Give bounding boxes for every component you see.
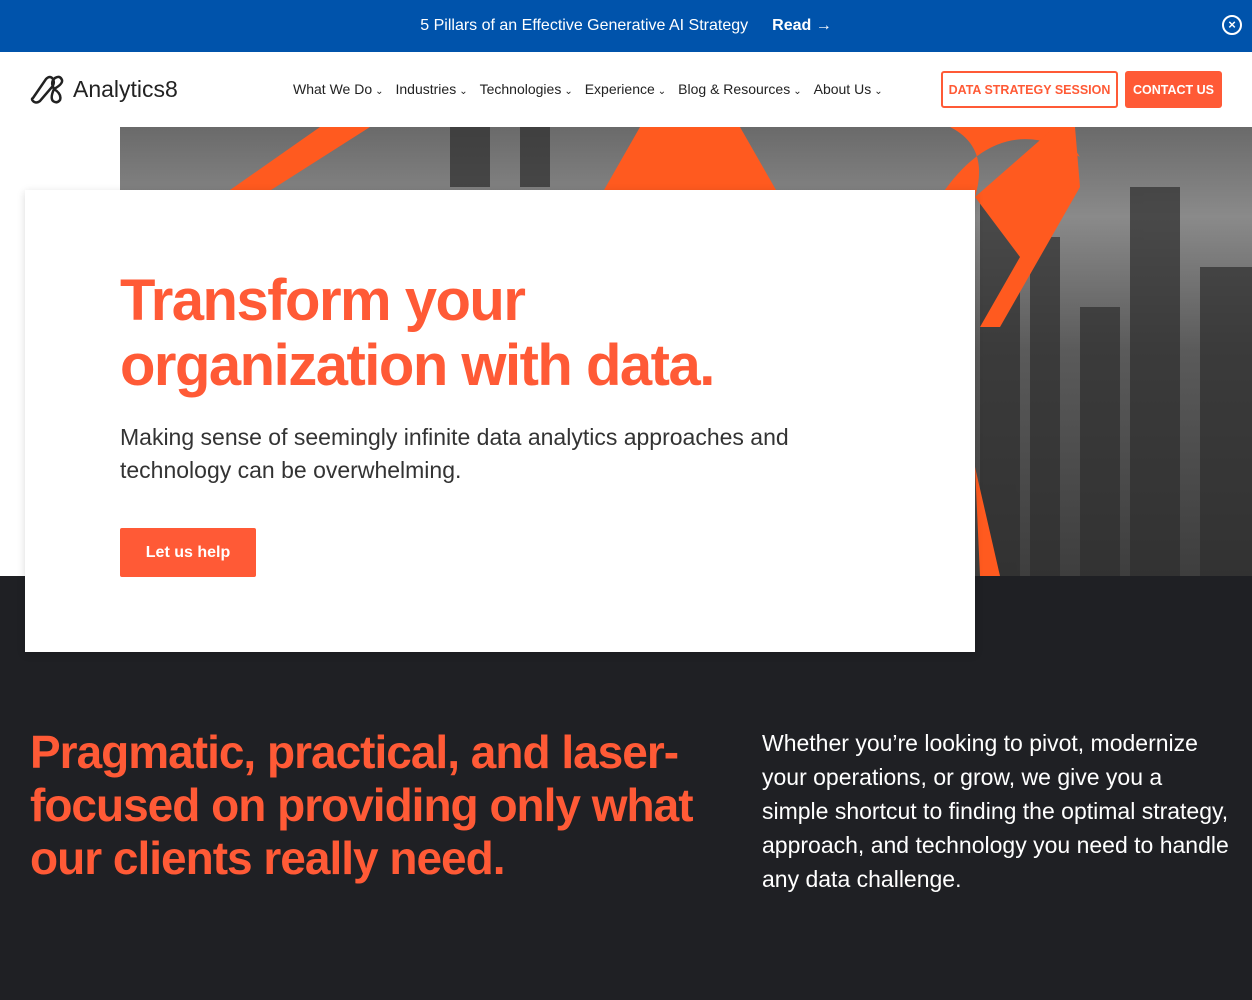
- data-strategy-session-button[interactable]: DATA STRATEGY SESSION: [941, 71, 1118, 108]
- main-nav: Analytics8 What We Do ⌄ Industries ⌄ Techn…: [0, 52, 1252, 127]
- chevron-down-icon: ⌄: [564, 86, 573, 97]
- hero-title: Transform your organization with data.: [120, 268, 715, 398]
- announcement-banner: 5 Pillars of an Effective Generative AI …: [0, 0, 1252, 52]
- logo-text: Analytics8: [73, 75, 178, 102]
- logo[interactable]: Analytics8: [30, 74, 178, 104]
- chevron-down-icon: ⌄: [375, 86, 384, 97]
- hero-subtitle: Making sense of seemingly infinite data …: [120, 424, 789, 483]
- banner-read-link[interactable]: Read →: [772, 17, 832, 35]
- hero-card: Transform your organization with data. M…: [25, 190, 975, 652]
- chevron-down-icon: ⌄: [793, 86, 802, 97]
- chevron-down-icon: ⌄: [459, 86, 468, 97]
- banner-text[interactable]: 5 Pillars of an Effective Generative AI …: [420, 17, 748, 35]
- nav-item-experience[interactable]: Experience ⌄: [585, 81, 666, 97]
- nav-item-industries[interactable]: Industries ⌄: [396, 81, 468, 97]
- section-heading: Pragmatic, practical, and laser-focused …: [30, 726, 694, 884]
- logo-icon: [30, 75, 64, 104]
- let-us-help-button[interactable]: Let us help: [120, 528, 256, 577]
- nav-item-what-we-do[interactable]: What We Do ⌄: [293, 81, 384, 97]
- nav-item-about-us[interactable]: About Us ⌄: [814, 81, 883, 97]
- section-body: Whether you’re looking to pivot, moderni…: [762, 730, 1229, 892]
- contact-us-button[interactable]: CONTACT US: [1125, 71, 1222, 108]
- chevron-down-icon: ⌄: [657, 86, 667, 97]
- nav-item-blog-resources[interactable]: Blog & Resources ⌄: [678, 81, 801, 97]
- nav-menu: What We Do ⌄ Industries ⌄ Technologies ⌄ Ex…: [293, 81, 895, 97]
- close-icon[interactable]: ×: [1222, 15, 1242, 35]
- chevron-down-icon: ⌄: [874, 86, 883, 97]
- nav-item-technologies[interactable]: Technologies ⌄: [480, 81, 573, 97]
